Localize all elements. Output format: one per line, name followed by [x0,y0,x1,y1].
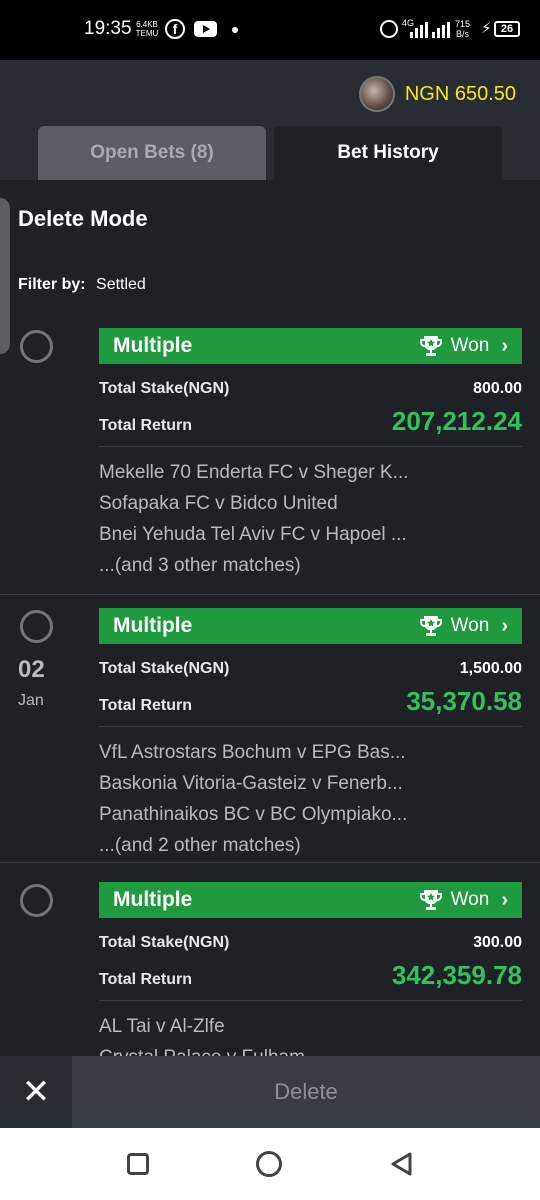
stake-label: Total Stake(NGN) [99,660,230,677]
delete-action-bar: ✕ Delete [0,1056,540,1128]
bet-header[interactable]: Multiple Won › [99,608,522,644]
match-item: Sofapaka FC v Bidco United [99,493,338,514]
net-speed-mini: 6.4KB TEMU [135,20,159,38]
close-button[interactable]: ✕ [0,1056,72,1128]
return-label: Total Return [99,971,193,988]
divider [99,446,522,447]
stake-value: 800.00 [473,380,522,397]
date-month: Jan [18,692,44,709]
match-list: Mekelle 70 Enderta FC v Sheger K... Sofa… [99,457,522,581]
charging-icon: ⚡ [481,20,492,37]
signal-icon-2 [432,22,450,38]
recents-icon[interactable] [127,1153,149,1175]
return-value: 35,370.58 [406,686,522,716]
trophy-icon [419,336,442,356]
dot-icon [232,27,238,33]
youtube-icon [194,21,217,37]
status-time: 19:35 [84,18,132,39]
stake-label: Total Stake(NGN) [99,934,230,951]
trophy-icon [419,616,442,636]
app-screen: NGN 650.50 Open Bets (8) Bet History Del… [0,60,540,1128]
account-balance-row[interactable]: NGN 650.50 [358,76,516,112]
chevron-right-icon: › [501,334,508,357]
stake-row: Total Stake(NGN) 800.00 [99,380,522,398]
facebook-icon: f [165,19,185,39]
drawer-handle[interactable] [0,198,10,354]
return-row: Total Return 342,359.78 [99,960,522,991]
filter-label: Filter by: [18,276,86,293]
divider [99,1000,522,1001]
return-label: Total Return [99,417,193,434]
more-matches: ...(and 2 other matches) [99,835,301,856]
bets-tabs: Open Bets (8) Bet History [38,126,502,180]
date-day: 02 [18,656,45,683]
tab-open-bets[interactable]: Open Bets (8) [38,126,266,180]
trophy-icon [419,890,442,910]
select-radio[interactable] [20,610,53,643]
more-matches: ...(and 3 other matches) [99,555,301,576]
bet-header[interactable]: Multiple Won › [99,328,522,364]
bet-type: Multiple [113,888,193,911]
home-icon[interactable] [256,1151,282,1177]
bet-history-panel: Delete Mode Filter by: Settled Multiple … [0,180,540,1128]
return-row: Total Return 35,370.58 [99,686,522,717]
divider [99,726,522,727]
stake-row: Total Stake(NGN) 1,500.00 [99,660,522,678]
back-icon[interactable] [388,1150,416,1178]
bet-type: Multiple [113,334,193,357]
bet-type: Multiple [113,614,193,637]
chevron-right-icon: › [501,614,508,637]
avatar[interactable] [358,76,395,112]
delete-button[interactable]: Delete [72,1056,540,1128]
return-value: 207,212.24 [391,406,522,436]
match-item: AL Tai v Al-Zlfe [99,1016,225,1037]
match-item: Panathinaikos BC v BC Olympiako... [99,804,408,825]
signal-icon [410,22,428,38]
match-item: Bnei Yehuda Tel Aviv FC v Hapoel ... [99,524,407,545]
select-radio[interactable] [20,330,53,363]
filter-value[interactable]: Settled [96,276,146,293]
stake-label: Total Stake(NGN) [99,380,230,397]
bet-date: 02 Jan [18,656,45,710]
filter-row[interactable]: Filter by: Settled [18,276,146,294]
select-radio[interactable] [20,884,53,917]
stake-value: 300.00 [473,934,522,951]
return-row: Total Return 207,212.24 [99,406,522,437]
bet-status: Won [450,615,490,636]
bet-separator [0,594,540,595]
stake-value: 1,500.00 [459,660,522,677]
alarm-icon [380,20,398,38]
match-item: VfL Astrostars Bochum v EPG Bas... [99,742,406,763]
bet-header[interactable]: Multiple Won › [99,882,522,918]
return-label: Total Return [99,697,193,714]
match-item: Baskonia Vitoria-Gasteiz v Fenerb... [99,773,403,794]
balance-amount: NGN 650.50 [404,82,516,105]
bet-status: Won [450,889,490,910]
return-value: 342,359.78 [391,960,522,990]
match-list: VfL Astrostars Bochum v EPG Bas... Basko… [99,737,522,861]
system-nav-bar [0,1128,540,1200]
bet-status: Won [450,335,490,356]
delete-mode-title: Delete Mode [18,206,148,231]
stake-row: Total Stake(NGN) 300.00 [99,934,522,952]
battery-icon: 26 [494,21,520,37]
bet-separator [0,862,540,863]
net-speed: 715 B/s [455,19,471,39]
match-item: Mekelle 70 Enderta FC v Sheger K... [99,462,409,483]
chevron-right-icon: › [501,888,508,911]
status-bar: 19:35 6.4KB TEMU f 4G 715 B/s ⚡ 26 [0,0,540,60]
tab-bet-history[interactable]: Bet History [274,126,502,180]
